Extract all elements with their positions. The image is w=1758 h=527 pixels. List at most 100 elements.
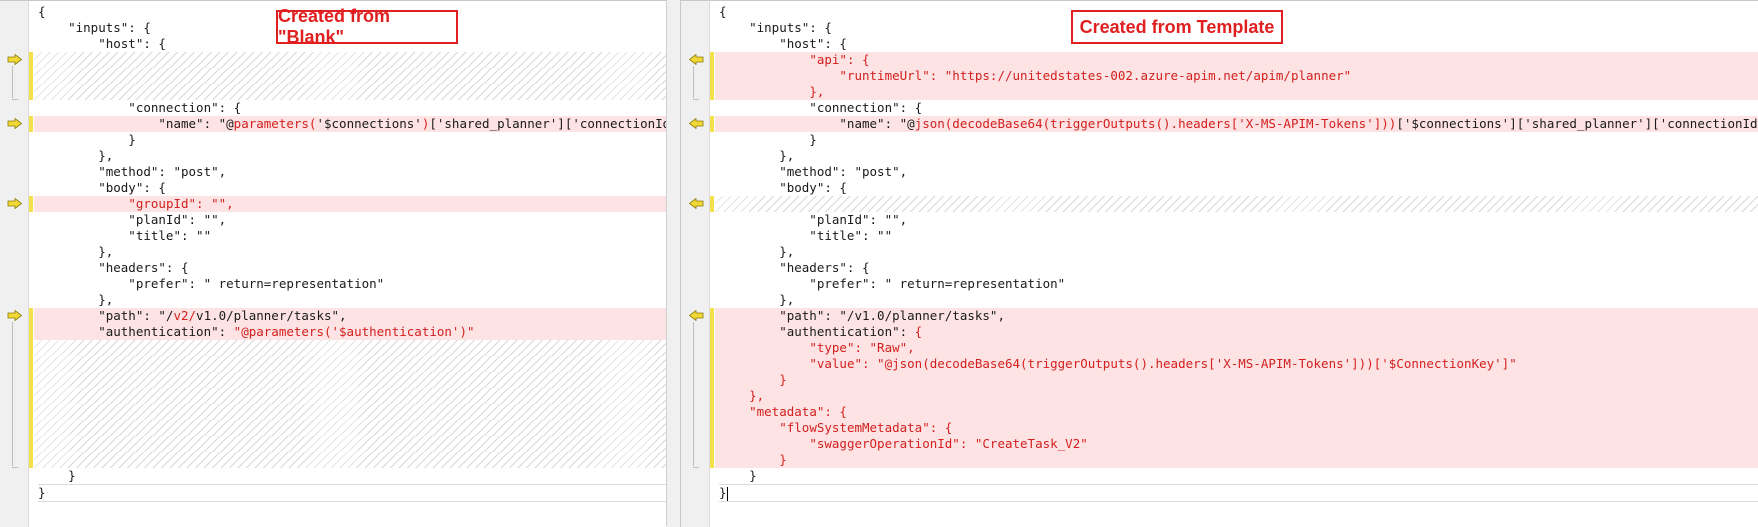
block-link-line [693, 66, 694, 98]
code-text: "inputs": { [38, 20, 151, 35]
code-line[interactable]: "title": "" [719, 228, 1758, 244]
code-line[interactable]: "path": "/v2/v1.0/planner/tasks", [34, 308, 666, 324]
code-line[interactable]: "value": "@json(decodeBase64(triggerOutp… [715, 356, 1758, 372]
code-text: } [719, 485, 727, 500]
arrow-right-icon[interactable] [7, 54, 23, 65]
diff-text: "runtimeUrl": "https://unitedstates-002.… [839, 68, 1352, 83]
arrow-left-icon[interactable] [688, 54, 704, 65]
code-text: "body": { [38, 180, 166, 195]
right-code-area[interactable]: { "inputs": { "host": { "api": { "runtim… [715, 4, 1758, 502]
diff-text: { [914, 324, 923, 339]
right-diff-pane[interactable]: { "inputs": { "host": { "api": { "runtim… [680, 0, 1758, 527]
missing-line-placeholder[interactable] [34, 356, 666, 372]
code-line[interactable]: "planId": "", [719, 212, 1758, 228]
missing-line-placeholder[interactable] [34, 436, 666, 452]
code-line[interactable]: "method": "post", [38, 164, 666, 180]
code-line[interactable]: }, [38, 292, 666, 308]
code-line[interactable]: "type": "Raw", [715, 340, 1758, 356]
diff-text: "type": "Raw", [809, 340, 915, 355]
code-line[interactable]: "body": { [719, 180, 1758, 196]
arrow-right-icon[interactable] [7, 310, 23, 321]
left-code-area[interactable]: { "inputs": { "host": { "connection": { … [34, 4, 693, 502]
code-line[interactable]: } [719, 468, 1758, 484]
code-line[interactable]: "method": "post", [719, 164, 1758, 180]
code-text: { [719, 4, 727, 19]
code-line[interactable]: "headers": { [719, 260, 1758, 276]
code-line[interactable]: "metadata": { [715, 404, 1758, 420]
change-bar [29, 196, 33, 212]
code-line[interactable]: "api": { [715, 52, 1758, 68]
arrow-left-icon[interactable] [688, 118, 704, 129]
code-line[interactable]: "headers": { [38, 260, 666, 276]
change-bar [29, 116, 33, 132]
code-text: "method": "post", [38, 164, 227, 179]
code-line[interactable]: } [719, 132, 1758, 148]
code-text: "authentication": [719, 324, 915, 339]
arrow-right-icon[interactable] [7, 198, 23, 209]
code-line[interactable]: "connection": { [719, 100, 1758, 116]
change-bar [29, 52, 33, 100]
missing-line-placeholder[interactable] [34, 388, 666, 404]
code-line[interactable]: "body": { [38, 180, 666, 196]
missing-line-placeholder[interactable] [34, 372, 666, 388]
right-gutter [681, 1, 710, 527]
diff-text: json(decodeBase64(triggerOutputs().heade… [914, 116, 1397, 131]
diff-text: "flowSystemMetadata": { [779, 420, 953, 435]
code-line[interactable]: }, [38, 244, 666, 260]
code-line[interactable]: "flowSystemMetadata": { [715, 420, 1758, 436]
code-line[interactable]: "title": "" [38, 228, 666, 244]
missing-line-placeholder[interactable] [34, 452, 666, 468]
code-line[interactable]: }, [719, 292, 1758, 308]
arrow-left-icon[interactable] [688, 310, 704, 321]
left-diff-pane[interactable]: { "inputs": { "host": { "connection": { … [0, 0, 693, 527]
code-line[interactable]: } [38, 484, 666, 502]
code-line[interactable]: } [38, 468, 666, 484]
code-text: "body": { [719, 180, 847, 195]
code-line[interactable]: } [715, 452, 1758, 468]
missing-line-placeholder[interactable] [34, 404, 666, 420]
code-line[interactable]: "prefer": " return=representation" [38, 276, 666, 292]
code-line[interactable]: "prefer": " return=representation" [719, 276, 1758, 292]
code-line[interactable]: }, [719, 244, 1758, 260]
missing-line-placeholder[interactable] [34, 420, 666, 436]
code-line[interactable]: "swaggerOperationId": "CreateTask_V2" [715, 436, 1758, 452]
code-line[interactable]: } [719, 484, 1758, 502]
block-link-cap [693, 99, 699, 100]
code-line[interactable]: }, [719, 148, 1758, 164]
code-line[interactable]: }, [715, 84, 1758, 100]
code-text: "title": "" [719, 228, 893, 243]
arrow-left-icon[interactable] [688, 198, 704, 209]
code-text: "title": "" [38, 228, 212, 243]
missing-line-placeholder[interactable] [34, 68, 666, 84]
code-line[interactable]: }, [715, 388, 1758, 404]
arrow-right-icon[interactable] [7, 118, 23, 129]
code-line[interactable]: } [715, 372, 1758, 388]
code-line[interactable]: "authentication": "@parameters('$authent… [34, 324, 666, 340]
code-text: ['$connections']['shared_planner']['conn… [1396, 116, 1758, 131]
code-line[interactable]: "name": "@json(decodeBase64(triggerOutpu… [715, 116, 1758, 132]
code-line[interactable]: "groupId": "", [34, 196, 666, 212]
missing-line-placeholder[interactable] [34, 84, 666, 100]
text-caret [726, 486, 728, 501]
code-line[interactable]: "authentication": { [715, 324, 1758, 340]
block-link-cap [12, 467, 18, 468]
code-line[interactable]: "runtimeUrl": "https://unitedstates-002.… [715, 68, 1758, 84]
code-text: "connection": { [38, 100, 242, 115]
diff-text: "value": "@json(decodeBase64(triggerOutp… [809, 356, 1517, 371]
missing-line-placeholder[interactable] [34, 340, 666, 356]
code-text: }, [719, 148, 795, 163]
code-text: "headers": { [719, 260, 870, 275]
code-line[interactable]: "path": "/v1.0/planner/tasks", [715, 308, 1758, 324]
code-line[interactable]: "connection": { [38, 100, 666, 116]
code-line[interactable]: }, [38, 148, 666, 164]
missing-line-placeholder[interactable] [34, 52, 666, 68]
missing-line-placeholder[interactable] [715, 196, 1758, 212]
code-line[interactable]: "planId": "", [38, 212, 666, 228]
code-line[interactable]: } [38, 132, 666, 148]
code-line[interactable]: "name": "@parameters('$connections')['sh… [34, 116, 693, 132]
